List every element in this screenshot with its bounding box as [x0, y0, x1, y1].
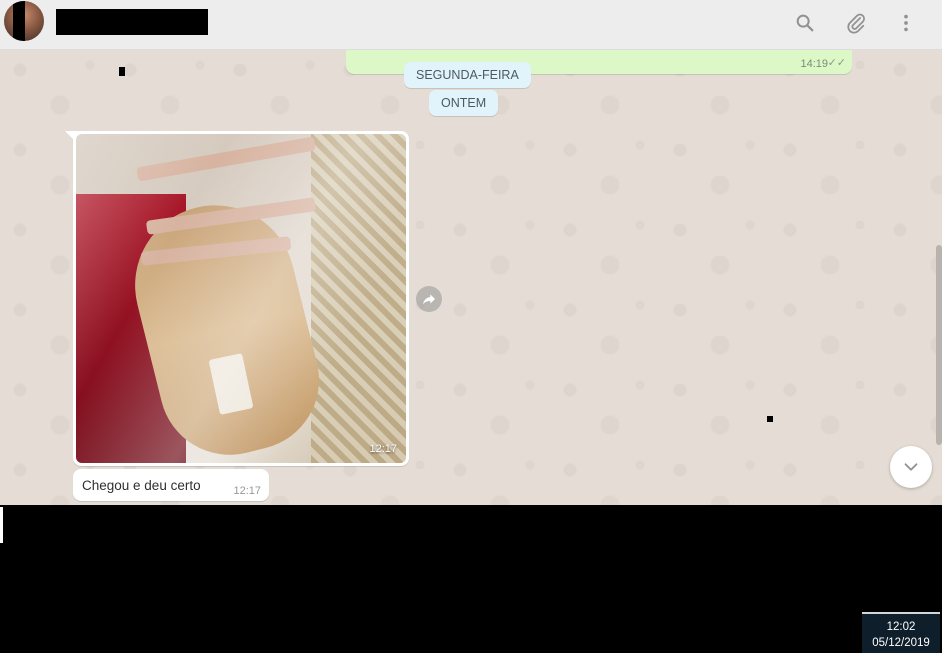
image-message-time: 12:17 [369, 443, 397, 455]
text-message-bubble[interactable]: Chegou e deu certo 12:17 [73, 469, 269, 501]
forward-button[interactable] [416, 286, 442, 312]
date-chip-monday: SEGUNDA-FEIRA [404, 62, 531, 88]
chevron-down-icon [904, 463, 918, 471]
text-message-time: 12:17 [233, 485, 261, 497]
paperclip-icon [847, 13, 865, 34]
photo-plastic-wrap [76, 134, 406, 463]
double-check-icon: ✓✓ [827, 57, 846, 69]
search-icon [796, 14, 814, 32]
forward-arrow-icon [423, 294, 435, 305]
taskbar-clock[interactable]: 12:02 05/12/2019 [862, 612, 940, 653]
chat-panel[interactable]: 14:19 ✓✓ SEGUNDA-FEIRA ONTEM 12:17 Chego… [0, 50, 942, 505]
more-vertical-icon [904, 14, 908, 32]
taskbar-time: 12:02 [886, 621, 916, 633]
contact-avatar[interactable] [4, 1, 44, 41]
bubble-tail [65, 131, 74, 140]
outgoing-message-time: 14:19 [800, 58, 828, 70]
sandal-photo[interactable]: 12:17 [76, 134, 406, 463]
chat-scrollbar[interactable] [936, 245, 942, 445]
attach-button[interactable] [843, 10, 869, 36]
redaction-mark [767, 416, 773, 422]
menu-button[interactable] [893, 10, 919, 36]
avatar-redaction [13, 1, 25, 41]
contact-name-redacted[interactable] [56, 9, 208, 35]
taskbar-date: 05/12/2019 [872, 637, 930, 649]
chat-header [0, 0, 942, 50]
redacted-area [0, 505, 942, 653]
redaction-edge [0, 507, 3, 543]
scroll-to-bottom-button[interactable] [890, 446, 932, 488]
date-chip-yesterday: ONTEM [429, 90, 499, 116]
search-button[interactable] [792, 10, 818, 36]
redaction-mark [119, 67, 125, 76]
image-message-bubble[interactable]: 12:17 [65, 131, 409, 466]
message-text: Chegou e deu certo [82, 478, 201, 493]
